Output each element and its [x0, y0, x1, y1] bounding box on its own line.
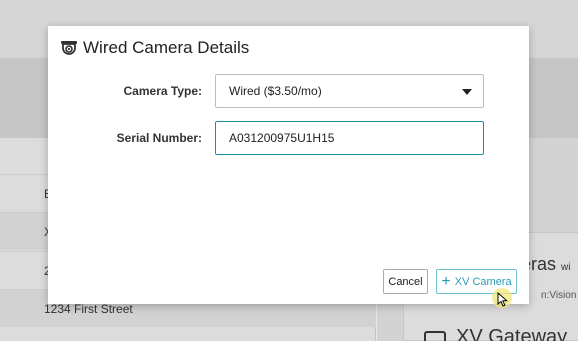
dome-camera-icon [60, 39, 78, 57]
dialog-title-text: Wired Camera Details [83, 38, 250, 57]
background-card-subtitle: n:Vision is c [541, 290, 578, 301]
add-xv-camera-label: XV Camera [454, 275, 512, 288]
camera-type-label: Camera Type: [123, 84, 202, 98]
serial-number-label: Serial Number: [116, 131, 202, 145]
mouse-cursor [492, 288, 512, 308]
cancel-button[interactable]: Cancel [383, 269, 428, 294]
dialog-title: Wired Camera Details [60, 38, 249, 58]
camera-type-value: Wired ($3.50/mo) [229, 84, 322, 98]
camera-type-select[interactable]: Wired ($3.50/mo) [215, 74, 484, 108]
serial-number-input[interactable] [215, 121, 484, 155]
wired-camera-details-dialog: Wired Camera Details Camera Type: Wired … [48, 26, 529, 304]
background-gateway-heading: XV Gateway [424, 326, 567, 341]
caret-down-icon [462, 89, 472, 95]
gateway-heading-text: XV Gateway [456, 326, 568, 341]
mouse-pointer-icon [497, 292, 508, 307]
gateway-icon [424, 330, 446, 341]
plus-icon: + [441, 272, 451, 290]
